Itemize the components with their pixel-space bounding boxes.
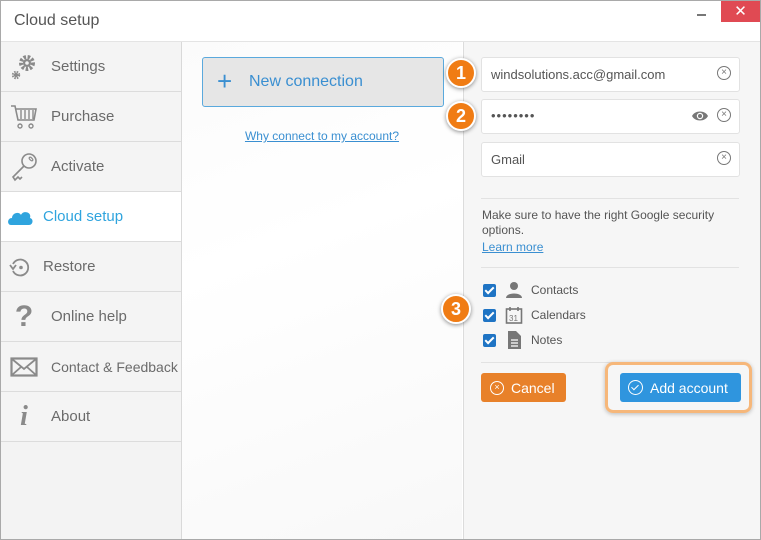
sidebar-item-label: Online help [51, 308, 127, 325]
cancel-button[interactable]: × Cancel [481, 373, 566, 402]
sidebar-item-label: Activate [51, 158, 105, 175]
new-connection-button[interactable]: + New connection [202, 57, 444, 107]
plus-icon: + [217, 66, 233, 96]
window-title: Cloud setup [14, 12, 100, 29]
sidebar-item-label: Purchase [51, 108, 115, 125]
account-form: windsolutions.acc@gmail.com × •••••••• ×… [463, 42, 760, 539]
cloud-icon [5, 202, 35, 232]
notes-checkbox[interactable] [483, 334, 496, 347]
divider [481, 198, 739, 199]
email-value: windsolutions.acc@gmail.com [491, 67, 666, 82]
close-button[interactable]: ✕ [721, 1, 760, 22]
show-password-icon[interactable] [691, 109, 709, 123]
why-connect-link[interactable]: Why connect to my account? [182, 129, 462, 143]
note-icon [505, 331, 523, 349]
password-value: •••••••• [491, 108, 536, 123]
sidebar-item-restore[interactable]: Restore [1, 242, 181, 292]
new-connection-label: New connection [249, 73, 363, 90]
sidebar-item-label: Contact & Feedback [51, 359, 178, 375]
contacts-label: Contacts [531, 283, 579, 297]
learn-more-link[interactable]: Learn more [482, 240, 543, 254]
key-icon [9, 152, 39, 182]
step-badge-1: 1 [446, 58, 476, 88]
sidebar-item-purchase[interactable]: Purchase [1, 92, 181, 142]
sidebar-item-label: About [51, 408, 91, 425]
notes-label: Notes [531, 333, 563, 347]
sidebar: Settings Purchase Activate Cloud setup R… [1, 42, 182, 539]
sidebar-item-online-help[interactable]: ? Online help [1, 292, 181, 342]
cancel-icon: × [490, 381, 504, 395]
add-account-button[interactable]: Add account [620, 373, 741, 402]
cart-icon [9, 102, 39, 132]
sidebar-item-label: Settings [51, 58, 106, 75]
add-account-highlight: Add account [605, 362, 752, 413]
sidebar-item-activate[interactable]: Activate [1, 142, 181, 192]
contacts-checkbox[interactable] [483, 284, 496, 297]
step-badge-3: 3 [441, 294, 471, 324]
svg-text:31: 31 [509, 314, 518, 323]
provider-field[interactable]: Gmail × [481, 142, 740, 177]
add-account-label: Add account [650, 380, 728, 396]
sidebar-item-label: Cloud setup [43, 208, 124, 225]
calendar-icon: 31 [505, 306, 523, 324]
close-icon: ✕ [734, 3, 747, 20]
title-bar: Cloud setup ✕ [1, 1, 760, 42]
sidebar-item-cloud-setup[interactable]: Cloud setup [1, 192, 181, 242]
restore-icon [5, 252, 35, 282]
password-field[interactable]: •••••••• × [481, 99, 740, 134]
provider-value: Gmail [491, 152, 525, 167]
clear-provider-icon[interactable]: × [717, 151, 731, 165]
step-badge-2: 2 [446, 101, 476, 131]
sidebar-item-contact-feedback[interactable]: Contact & Feedback [1, 342, 181, 392]
divider [481, 267, 739, 268]
sidebar-item-settings[interactable]: Settings [1, 42, 181, 92]
gears-icon [9, 52, 39, 82]
envelope-icon [9, 352, 39, 382]
calendars-label: Calendars [531, 308, 586, 322]
minimize-button[interactable] [687, 1, 713, 23]
clear-email-icon[interactable]: × [717, 66, 731, 80]
clear-password-icon[interactable]: × [717, 108, 731, 122]
app-window: Cloud setup ✕ Settings Purchase Activate… [0, 0, 761, 540]
email-field[interactable]: windsolutions.acc@gmail.com × [481, 57, 740, 92]
connections-panel: + New connection Why connect to my accou… [182, 42, 462, 539]
person-icon [505, 281, 523, 299]
calendars-checkbox[interactable] [483, 309, 496, 322]
security-note: Make sure to have the right Google secur… [482, 208, 715, 237]
check-circle-icon [628, 380, 643, 395]
sidebar-item-about[interactable]: i About [1, 392, 181, 442]
cancel-label: Cancel [511, 380, 555, 396]
sidebar-item-label: Restore [43, 258, 96, 275]
question-icon: ? [14, 300, 34, 333]
info-icon: i [20, 401, 28, 432]
